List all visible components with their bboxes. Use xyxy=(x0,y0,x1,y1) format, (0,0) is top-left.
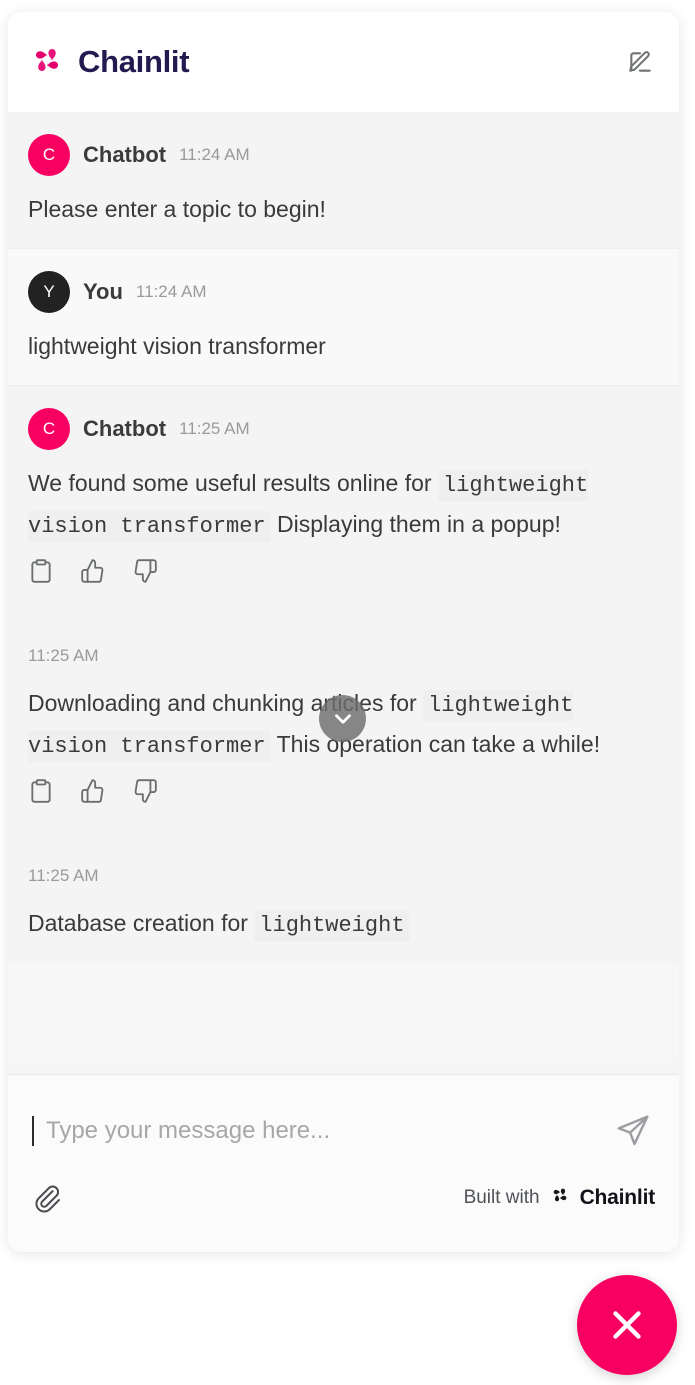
message-author: You xyxy=(83,278,123,304)
inline-code: lightweight xyxy=(254,909,410,941)
step-timestamp: 11:25 AM xyxy=(28,645,99,665)
step-text: Database creation for lightweight xyxy=(28,904,659,945)
send-button[interactable] xyxy=(611,1109,655,1153)
step-timestamp: 11:25 AM xyxy=(28,865,99,885)
footer-brand-name: Chainlit xyxy=(579,1186,656,1209)
message-text: We found some useful results online for … xyxy=(28,464,659,546)
message-timestamp: 11:24 AM xyxy=(179,145,250,164)
message-author: Chatbot xyxy=(83,142,167,167)
avatar: Y xyxy=(28,270,70,313)
message-assistant-results: C Chatbot 11:25 AM We found some useful … xyxy=(8,384,679,963)
message-author: Chatbot xyxy=(83,415,167,441)
message-header: C Chatbot 11:25 AM xyxy=(28,407,659,450)
composer-toolbar: Built with Chainlit xyxy=(32,1183,655,1219)
message-header: C Chatbot 11:24 AM xyxy=(28,134,659,176)
message-actions xyxy=(28,558,659,584)
built-with-label: Built with xyxy=(463,1187,540,1208)
paperclip-icon[interactable] xyxy=(32,1183,62,1213)
message-input[interactable] xyxy=(46,1117,599,1145)
step-database: 11:25 AM Database creation for lightweig… xyxy=(28,866,659,945)
brand-logo: Chainlit xyxy=(28,41,190,84)
chat-widget: Chainlit C Chatbot 11:24 AM Please enter… xyxy=(8,12,679,1252)
avatar: C xyxy=(28,407,70,450)
chainlit-flower-icon xyxy=(28,41,66,84)
message-text-after: Displaying them in a popup! xyxy=(277,510,561,537)
avatar: C xyxy=(28,134,70,176)
clipboard-icon[interactable] xyxy=(28,778,54,804)
thumbs-down-icon[interactable] xyxy=(132,778,158,804)
clipboard-icon[interactable] xyxy=(28,558,54,584)
step-actions xyxy=(28,778,659,804)
scroll-to-bottom-button[interactable] xyxy=(319,695,366,742)
message-text: lightweight vision transformer xyxy=(28,332,326,359)
step-text-before: Database creation for xyxy=(28,909,248,936)
close-widget-bubble[interactable] xyxy=(577,1275,677,1375)
thumbs-down-icon[interactable] xyxy=(132,558,158,584)
message-timestamp: 11:25 AM xyxy=(179,418,250,438)
message-header: Y You 11:24 AM xyxy=(28,270,659,313)
message-text-before: We found some useful results online for xyxy=(28,469,432,496)
text-caret xyxy=(32,1116,34,1146)
brand-name: Chainlit xyxy=(78,44,190,79)
message-timestamp: 11:24 AM xyxy=(135,281,207,301)
message-assistant-greeting: C Chatbot 11:24 AM Please enter a topic … xyxy=(8,112,679,248)
new-chat-button[interactable] xyxy=(623,45,657,79)
scroll-fade-overlay xyxy=(8,1056,679,1074)
message-text: Please enter a topic to begin! xyxy=(28,196,326,222)
built-with-chainlit[interactable]: Built with Chainlit xyxy=(463,1184,656,1212)
thumbs-up-icon[interactable] xyxy=(80,558,106,584)
message-composer: Built with Chainlit xyxy=(8,1074,679,1252)
thumbs-up-icon[interactable] xyxy=(80,778,106,804)
chainlit-flower-icon xyxy=(549,1184,571,1212)
widget-header: Chainlit xyxy=(8,12,679,112)
message-list[interactable]: C Chatbot 11:24 AM Please enter a topic … xyxy=(8,112,679,1074)
input-row xyxy=(32,1105,655,1157)
message-user: Y You 11:24 AM lightweight vision transf… xyxy=(8,247,679,385)
close-x-icon xyxy=(613,1311,641,1339)
